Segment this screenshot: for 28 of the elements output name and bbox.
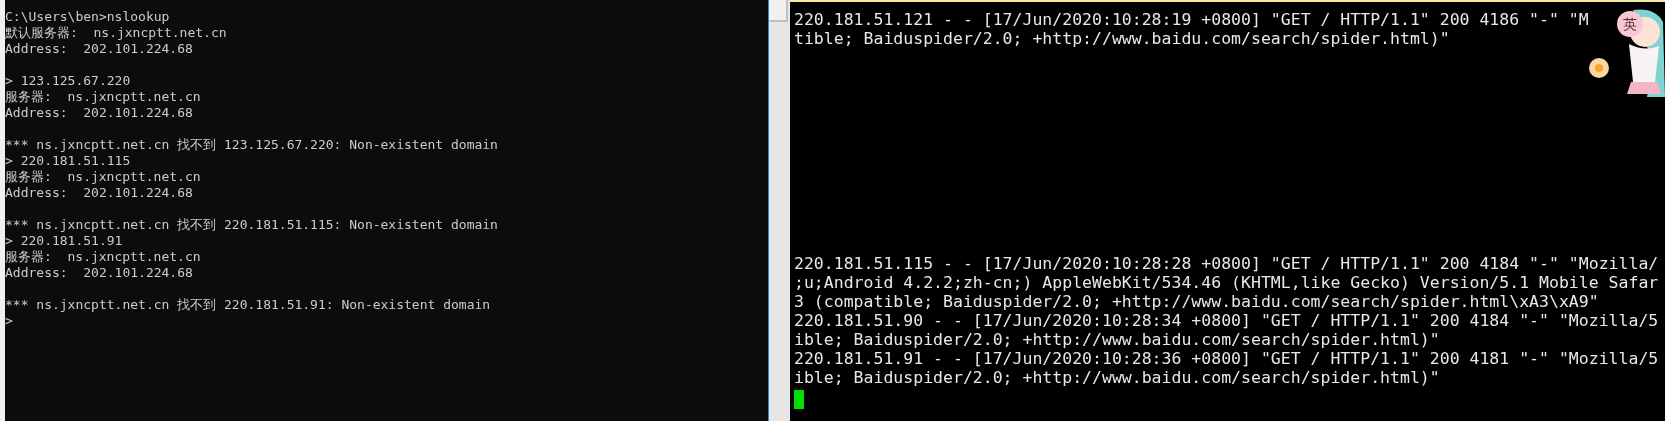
console-line: 服务器: ns.jxncptt.net.cn	[5, 89, 202, 105]
terminal-line: 220.181.51.121 - - [17/Jun/2020:10:28:19 +0800] "GET / HTTP/1.1" 200 4186 "-" "M	[794, 10, 1589, 29]
console-line: > 220.181.51.91	[5, 233, 124, 249]
console-line: 默认服务器: ns.jxncptt.net.cn	[5, 25, 228, 41]
console-line: 服务器: ns.jxncptt.net.cn	[5, 169, 202, 185]
console-line: Address: 202.101.224.68	[5, 105, 194, 121]
ime-badge[interactable]: 英	[1617, 11, 1643, 37]
terminal-line: 220.181.51.115 - - [17/Jun/2020:10:28:28 +0800] "GET / HTTP/1.1" 200 4184 "-" "Mozilla/	[794, 254, 1659, 273]
console-line: > 220.181.51.115	[5, 153, 132, 169]
terminal-line: 220.181.51.91 - - [17/Jun/2020:10:28:36 +0800] "GET / HTTP/1.1" 200 4181 "-" "Mozilla/5	[794, 349, 1659, 368]
terminal-line: 220.181.51.90 - - [17/Jun/2020:10:28:34 +0800] "GET / HTTP/1.1" 200 4184 "-" "Mozilla/5	[794, 311, 1659, 330]
console-line: 服务器: ns.jxncptt.net.cn	[5, 249, 202, 265]
console-line: > 123.125.67.220	[5, 73, 132, 89]
console-line: *** ns.jxncptt.net.cn 找不到 123.125.67.220: Non-existent domain	[5, 137, 499, 153]
console-line: Address: 202.101.224.68	[5, 265, 194, 281]
terminal-line: ible; Baiduspider/2.0; +http://www.baidu.com/search/spider.html)"	[794, 368, 1440, 387]
console-line: C:\Users\ben>nslookup	[5, 9, 171, 25]
terminal-line: 3 (compatible; Baiduspider/2.0; +http://www.baidu.com/search/spider.html\xA3\xA9"	[794, 292, 1599, 311]
scrollbar-thumb[interactable]	[769, 0, 788, 22]
terminal-line: ible; Baiduspider/2.0; +http://www.baidu.com/search/spider.html)"	[794, 330, 1440, 349]
terminal-line: ;u;Android 4.2.2;zh-cn;) AppleWebKit/534.46 (KHTML,like Gecko) Version/5.1 Mobile Safar	[794, 273, 1659, 292]
console-line: *** ns.jxncptt.net.cn 找不到 220.181.51.115: Non-existent domain	[5, 217, 499, 233]
terminal-line: tible; Baiduspider/2.0; +http://www.baidu.com/search/spider.html)"	[794, 29, 1450, 48]
console-line: *** ns.jxncptt.net.cn 找不到 220.181.51.91: Non-existent domain	[5, 297, 492, 313]
console-line: >	[5, 313, 14, 329]
terminal-cursor	[794, 390, 804, 409]
console-line: Address: 202.101.224.68	[5, 185, 194, 201]
console-line: Address: 202.101.224.68	[5, 41, 194, 57]
